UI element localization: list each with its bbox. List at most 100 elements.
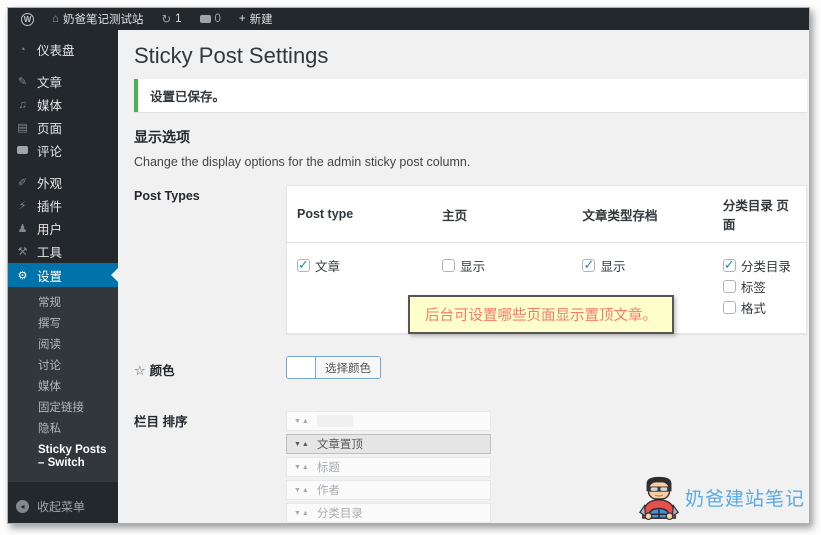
updates-link[interactable]: ↻ 1 [154,8,188,30]
color-label: 颜色 [149,364,175,378]
comments-link[interactable]: 0 [193,8,228,30]
category-checkbox-row[interactable]: 分类目录 [722,256,796,275]
color-swatch [287,357,315,378]
new-content-menu[interactable]: + 新建 [232,8,280,30]
update-count: 1 [175,13,182,25]
checkbox-label: 分类目录 [740,260,791,274]
front-page-checkbox[interactable] [442,259,456,272]
sidebar-item-media[interactable]: ♫ 媒体 [8,93,118,116]
color-row: ☆ 颜色 选择颜色 [134,356,807,383]
home-icon: ⌂ [52,13,59,25]
notice-text: 设置已保存。 [150,90,226,104]
admin-sidebar: ◔ 仪表盘 ✎ 文章 ♫ 媒体 ▤ 页面 评论 ✐ 外观 ⚡ 插件 ♟ 用户 ⚒… [8,30,118,523]
sortable-item-label: 文章置顶 [316,439,363,451]
settings-submenu: 常规 撰写 阅读 讨论 媒体 固定链接 隐私 Sticky Posts – Sw… [8,287,118,482]
watermark-text: 奶爸建站笔记 [684,488,805,510]
sidebar-item-settings[interactable]: ⚙ 设置 [8,263,118,287]
sortable-item-title[interactable]: ▼▲ 标题 [286,457,491,477]
submenu-item-privacy[interactable]: 隐私 [8,419,118,440]
collapse-menu-button[interactable]: ◂ 收起菜单 [8,498,118,515]
settings-icon: ⚙ [17,269,28,282]
sort-arrows-icon: ▼▲ [294,463,310,471]
comments-icon [199,15,211,23]
sidebar-item-appearance[interactable]: ✐ 外观 [8,171,118,194]
menu-separator [8,61,118,70]
section-description: Change the display options for the admin… [134,155,471,169]
sidebar-item-label: 仪表盘 [37,44,75,58]
comment-count: 0 [214,13,221,25]
sidebar-item-plugins[interactable]: ⚡ 插件 [8,194,118,217]
checkbox-label: 标签 [740,281,766,295]
sidebar-item-pages[interactable]: ▤ 页面 [8,116,118,139]
wordpress-admin-window: W ⌂ 奶爸笔记测试站 ↻ 1 0 + 新建 ◔ 仪表盘 ✎ 文章 ♫ 媒体 ▤… [7,7,810,524]
sidebar-item-label: 媒体 [37,99,63,113]
media-icon: ♫ [18,98,27,111]
select-color-button-label: 选择颜色 [315,357,380,378]
sortable-item-checkbox-column[interactable]: ▼▲ [286,411,491,431]
archive-checkbox[interactable] [582,257,596,273]
format-checkbox[interactable] [722,301,736,314]
sortable-item-author[interactable]: ▼▲ 作者 [286,480,491,500]
color-label-group: ☆ 颜色 [134,356,286,383]
select-color-button[interactable]: 选择颜色 [286,356,381,379]
wp-logo-menu[interactable]: W [14,8,41,30]
site-name: 奶爸笔记测试站 [62,14,144,26]
front-page-checkbox-row[interactable]: 显示 [442,256,562,275]
sidebar-item-users[interactable]: ♟ 用户 [8,217,118,240]
sidebar-item-tools[interactable]: ⚒ 工具 [8,240,118,263]
comments-icon [16,145,29,157]
sortable-item-categories[interactable]: ▼▲ 分类目录 [286,503,491,523]
site-watermark: 奶爸建站笔记 [636,473,805,521]
submenu-item-media[interactable]: 媒体 [8,377,118,398]
pages-icon: ▤ [17,122,28,134]
column-header-archive: 文章类型存档 [572,185,713,243]
category-checkbox[interactable] [722,257,736,273]
sidebar-item-dashboard[interactable]: ◔ 仪表盘 [8,38,118,61]
submenu-item-permalinks[interactable]: 固定链接 [8,398,118,419]
checkbox-label: 文章 [315,260,341,274]
plus-icon: + [238,13,246,25]
updates-icon: ↻ [161,14,172,26]
sidebar-item-label: 文章 [37,76,63,90]
page-title: Sticky Post Settings [134,43,329,68]
tag-checkbox-row[interactable]: 标签 [722,277,796,296]
post-type-checkbox[interactable] [297,257,310,273]
column-header-taxonomy-pages: 分类目录 页面 [712,185,807,243]
checkbox-label: 显示 [600,260,626,274]
submenu-item-sticky-posts-switch[interactable]: Sticky Posts – Switch [8,440,118,474]
sidebar-item-label: 页面 [37,122,63,136]
submenu-item-discussion[interactable]: 讨论 [8,356,118,377]
column-header-front-page: 主页 [432,185,573,243]
submenu-item-general[interactable]: 常规 [8,293,118,314]
submenu-item-reading[interactable]: 阅读 [8,335,118,356]
site-name-link[interactable]: ⌂ 奶爸笔记测试站 [45,8,150,30]
new-label: 新建 [249,14,273,26]
sidebar-item-label: 用户 [37,223,63,237]
plugin-icon: ⚡ [18,200,27,212]
tag-checkbox[interactable] [722,280,736,293]
mascot-logo-icon [639,476,679,520]
archive-checkbox-row[interactable]: 显示 [582,256,702,275]
submenu-item-writing[interactable]: 撰写 [8,314,118,335]
checkbox-label: 显示 [460,260,486,274]
wordpress-logo-icon: W [21,12,34,26]
sortable-item-sticky[interactable]: ▼▲ 文章置顶 [286,434,491,454]
tools-icon: ⚒ [17,246,28,258]
format-checkbox-row[interactable]: 格式 [722,298,796,317]
dashboard-icon: ◔ [19,43,26,56]
checkbox-label: 格式 [740,302,766,316]
star-icon: ☆ [134,363,146,378]
post-type-checkbox-row[interactable]: 文章 [297,256,422,275]
collapse-arrow-icon: ◂ [16,500,29,513]
sortable-item-label: 标题 [316,462,340,474]
pin-icon: ✎ [17,76,28,88]
sidebar-item-posts[interactable]: ✎ 文章 [8,70,118,93]
brush-icon: ✐ [17,177,28,189]
annotation-tooltip: 后台可设置哪些页面显示置顶文章。 [408,295,674,334]
admin-bar: W ⌂ 奶爸笔记测试站 ↻ 1 0 + 新建 [8,8,809,30]
sortable-column-list: ▼▲ ▼▲ 文章置顶 ▼▲ 标题 ▼▲ 作者 ▼▲ 分类目录 [286,411,491,523]
sidebar-item-label: 评论 [37,145,63,159]
sidebar-item-label: 外观 [37,177,63,191]
sidebar-item-comments[interactable]: 评论 [8,139,118,162]
settings-saved-notice: 设置已保存。 [134,79,807,112]
